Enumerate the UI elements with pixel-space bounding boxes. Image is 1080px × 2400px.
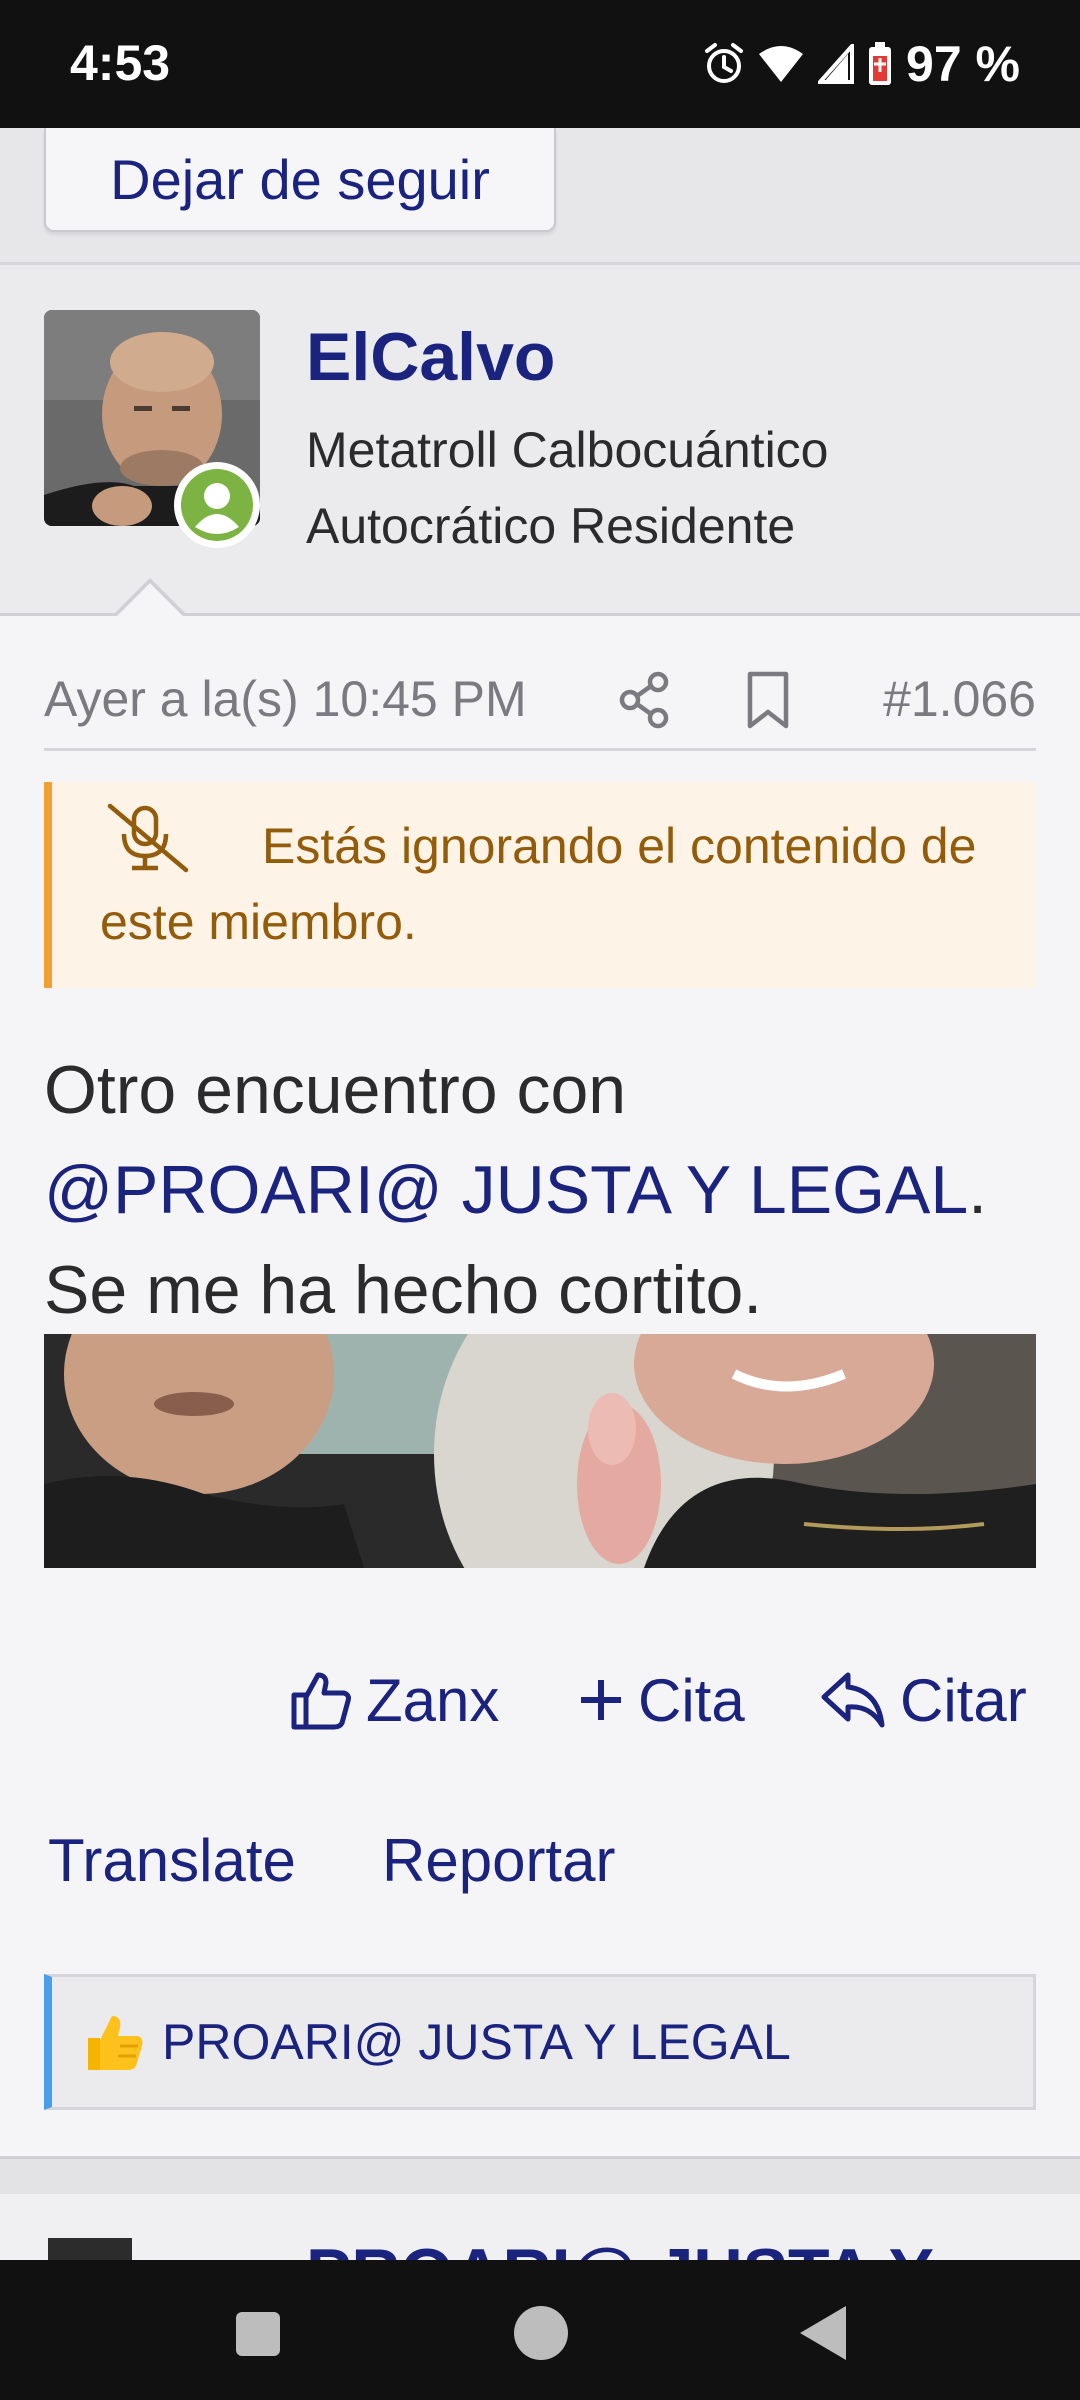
post-body-line-3: Se me ha hecho cortito. — [44, 1252, 763, 1328]
post-image[interactable] — [44, 1334, 1036, 1568]
share-icon[interactable] — [618, 670, 672, 735]
like-button[interactable]: Zanx — [290, 1660, 499, 1740]
next-post-avatar[interactable] — [48, 2238, 132, 2260]
like-label: Zanx — [366, 1666, 500, 1734]
ignored-notice: Estás ignorando el contenido de este mie… — [44, 782, 1036, 988]
post-actions: Zanx Cita Citar — [0, 1660, 1080, 1740]
next-post-username[interactable]: PROARI@ JUSTA Y — [306, 2234, 934, 2260]
user-title: Metatroll Calbocuántico Autocrático Resi… — [306, 422, 829, 554]
translate-link[interactable]: Translate — [48, 1826, 296, 1895]
post-divider — [0, 2156, 1080, 2197]
post-date[interactable]: Ayer a la(s) 10:45 PM — [44, 670, 527, 728]
post-body-punctuation: . — [968, 1152, 988, 1228]
next-post-header: PROARI@ JUSTA Y — [0, 2194, 1080, 2260]
reaction-users[interactable]: PROARI@ JUSTA Y LEGAL — [162, 2013, 791, 2071]
post-body-line-2: @PROARI@ JUSTA Y LEGAL. — [44, 1140, 1044, 1240]
thumbs-up-emoji — [88, 2016, 143, 2070]
quote-button[interactable]: Citar — [820, 1660, 1027, 1740]
quote-label: Citar — [900, 1666, 1027, 1734]
alarm-icon — [705, 43, 744, 83]
report-link[interactable]: Reportar — [382, 1826, 615, 1895]
nav-recents-icon[interactable] — [236, 2312, 280, 2356]
unfollow-button[interactable]: Dejar de seguir — [44, 128, 556, 232]
bookmark-icon[interactable] — [744, 670, 792, 735]
username[interactable]: ElCalvo — [306, 318, 555, 396]
online-status-badge — [174, 462, 260, 548]
header-caret-inner — [115, 583, 185, 618]
wifi-icon — [759, 46, 804, 82]
status-bar: 4:53 97 % — [0, 0, 1080, 128]
nav-back-icon[interactable] — [800, 2306, 846, 2360]
plus-icon — [581, 1680, 621, 1720]
reply-icon — [821, 1672, 885, 1728]
user-icon — [181, 469, 253, 541]
post-meta: Ayer a la(s) 10:45 PM #1.066 — [44, 660, 1036, 751]
post-body: Otro encuentro con @PROARI@ JUSTA Y LEGA… — [44, 1040, 1044, 1340]
reactions-bar[interactable]: PROARI@ JUSTA Y LEGAL — [44, 1974, 1036, 2110]
post-links: Translate Reportar — [0, 1826, 1080, 1906]
battery-percentage: 97 % — [906, 36, 1020, 92]
thumbs-up-icon — [291, 1672, 351, 1730]
signal-icon — [818, 44, 855, 84]
battery-icon — [869, 42, 892, 85]
post-number[interactable]: #1.066 — [883, 670, 1036, 728]
nav-home-icon[interactable] — [514, 2306, 568, 2360]
navigation-bar — [0, 2260, 1080, 2400]
user-mention-link[interactable]: @PROARI@ JUSTA Y LEGAL — [44, 1152, 968, 1228]
ignored-notice-text: Estás ignorando el contenido de este mie… — [100, 818, 977, 950]
multiquote-label: Cita — [638, 1666, 745, 1734]
status-time: 4:53 — [70, 35, 171, 91]
post-body-line-1: Otro encuentro con — [44, 1052, 627, 1128]
status-icons: 97 % — [704, 34, 1020, 94]
multiquote-button[interactable]: Cita — [578, 1660, 745, 1740]
